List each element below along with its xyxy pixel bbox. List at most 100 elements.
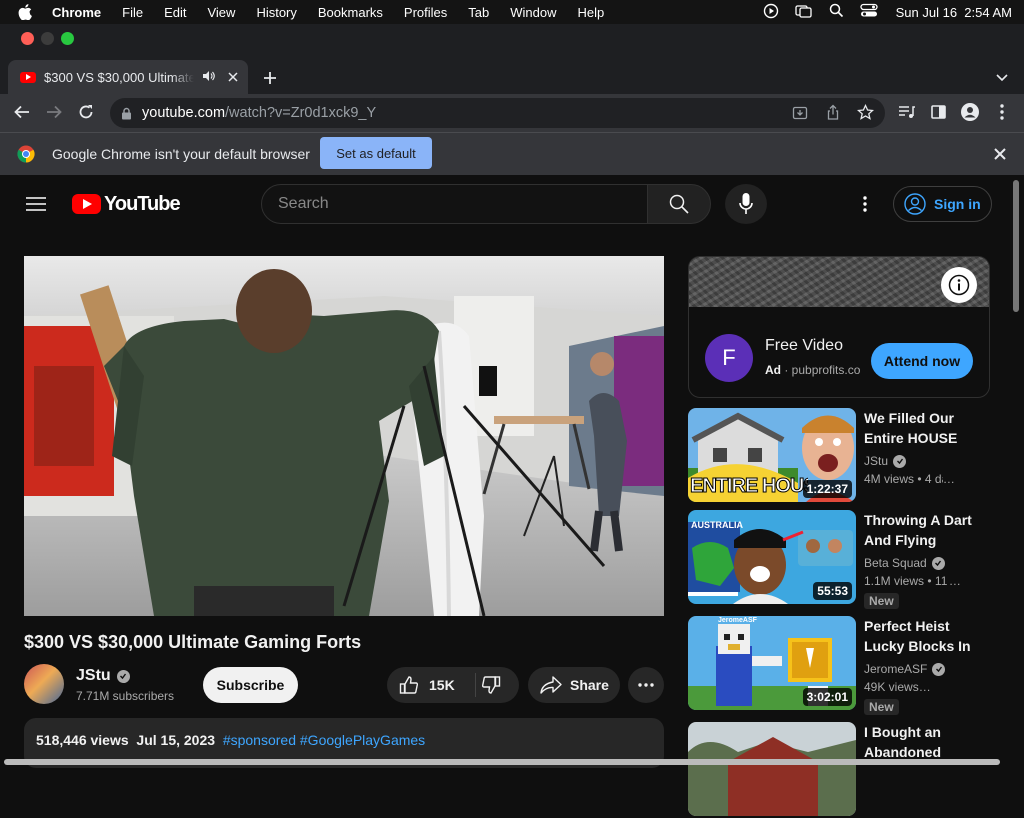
close-window-button[interactable] — [21, 32, 34, 45]
side-panel-icon[interactable] — [927, 100, 949, 124]
play-circle-icon[interactable] — [763, 3, 779, 22]
views-text: 4M views — [864, 472, 915, 486]
recommended-video[interactable]: I Bought an Abandoned Office — [688, 722, 998, 818]
address-bar[interactable]: youtube.com/watch?v=Zr0d1xck9_Y — [110, 98, 885, 128]
like-button[interactable]: 15K — [387, 675, 455, 695]
menu-bookmarks[interactable]: Bookmarks — [318, 5, 383, 20]
menu-help[interactable]: Help — [578, 5, 605, 20]
set-as-default-button[interactable]: Set as default — [320, 137, 432, 169]
video-thumbnail[interactable]: ENTIRE HOUSE 1:22:37 — [688, 408, 856, 502]
vertical-scrollbar[interactable] — [1013, 180, 1019, 312]
share-page-icon[interactable] — [825, 104, 841, 125]
tab-search-chevron-icon[interactable] — [990, 66, 1014, 90]
channel-avatar[interactable] — [24, 664, 64, 704]
install-app-icon[interactable] — [792, 105, 808, 125]
hashtag-googleplaygames[interactable]: #GooglePlayGames — [300, 732, 425, 748]
thumbnail-caption: JeromeASF — [718, 617, 757, 624]
video-meta: 1.1M views • 11 hours ago… — [864, 574, 961, 588]
video-title[interactable]: Perfect Heist Lucky Blocks In Minecraft — [864, 616, 976, 656]
youtube-favicon-icon — [20, 71, 36, 83]
forward-arrow-icon[interactable] — [42, 100, 66, 124]
dislike-button[interactable] — [481, 675, 501, 695]
menu-history[interactable]: History — [256, 5, 296, 20]
youtube-wordmark: YouTube — [104, 192, 181, 215]
close-tab-icon[interactable] — [228, 70, 238, 85]
view-count: 518,446 views — [36, 732, 129, 748]
verified-check-icon — [932, 662, 946, 676]
hashtag-sponsored[interactable]: #sponsored — [223, 732, 296, 748]
profile-icon[interactable] — [958, 100, 982, 124]
horizontal-scrollbar[interactable] — [4, 759, 1000, 765]
menu-tab[interactable]: Tab — [468, 5, 489, 20]
ad-title: Free Video — [765, 337, 843, 354]
video-title[interactable]: Throwing A Dart And Flying Wherever It L… — [864, 510, 976, 550]
youtube-logo[interactable]: YouTube — [72, 192, 181, 216]
sign-in-label: Sign in — [934, 196, 981, 212]
lock-icon[interactable] — [121, 107, 132, 120]
sign-in-button[interactable]: Sign in — [893, 186, 992, 222]
url-host: youtube.com — [142, 105, 226, 121]
video-title[interactable]: We Filled Our Entire HOUSE With Slime — [864, 408, 976, 448]
recommended-video[interactable]: JeromeASF 3:02:01 Perfect Heist Lucky Bl… — [688, 616, 998, 715]
reload-icon[interactable] — [74, 100, 98, 124]
search-input[interactable]: Search — [261, 184, 648, 224]
apple-icon[interactable] — [18, 4, 36, 20]
microphone-icon — [739, 193, 753, 215]
recommended-video[interactable]: ENTIRE HOUSE 1:22:37 We Filled Our Entir… — [688, 408, 998, 504]
url-path: /watch?v=Zr0d1xck9_Y — [225, 105, 377, 121]
settings-kebab-icon[interactable] — [855, 192, 875, 216]
menu-window[interactable]: Window — [510, 5, 556, 20]
chrome-logo-icon — [17, 145, 35, 163]
browser-tab-active[interactable]: $300 VS $30,000 Ultimate Gaming Forts — [8, 60, 248, 94]
menu-view[interactable]: View — [207, 5, 235, 20]
menu-file[interactable]: File — [122, 5, 143, 20]
sponsored-ad-card[interactable]: F Free Video Ad · pubprofits.com Attend … — [688, 256, 990, 398]
ad-info-button[interactable] — [941, 267, 977, 303]
media-controls-icon[interactable] — [895, 100, 917, 124]
recommended-video[interactable]: AUSTRALIA 55:53 Throwing A Dart And Flyi… — [688, 510, 998, 609]
thumbs-up-icon — [399, 675, 419, 695]
bookmark-star-icon[interactable] — [856, 103, 875, 125]
video-channel[interactable]: Beta Squad — [864, 556, 945, 570]
video-thumbnail[interactable] — [688, 722, 856, 816]
attend-now-button[interactable]: Attend now — [871, 343, 973, 379]
chrome-menu-kebab-icon[interactable] — [992, 100, 1012, 124]
macos-menu-bar: Chrome File Edit View History Bookmarks … — [0, 0, 1024, 24]
voice-search-button[interactable] — [725, 184, 767, 224]
views-text: 1.1M views — [864, 574, 925, 588]
thumbnail-caption: ENTIRE HOUSE — [690, 475, 808, 498]
screen-mirror-icon[interactable] — [794, 3, 813, 22]
views-text: 49K views — [864, 680, 919, 694]
info-icon — [948, 274, 970, 296]
share-button[interactable]: Share — [528, 667, 620, 703]
menu-profiles[interactable]: Profiles — [404, 5, 447, 20]
video-title[interactable]: I Bought an Abandoned Office — [864, 722, 976, 762]
video-thumbnail[interactable]: AUSTRALIA 55:53 — [688, 510, 856, 604]
verified-check-icon — [931, 556, 945, 570]
channel-name[interactable]: JStu — [76, 667, 130, 685]
hamburger-menu-icon[interactable] — [24, 192, 48, 216]
channel-text: JeromeASF — [864, 662, 928, 676]
menu-edit[interactable]: Edit — [164, 5, 186, 20]
video-thumbnail[interactable]: JeromeASF 3:02:01 — [688, 616, 856, 710]
close-infobar-icon[interactable] — [990, 144, 1010, 164]
window-titlebar — [0, 24, 1024, 54]
video-player[interactable] — [24, 256, 664, 616]
menu-chrome[interactable]: Chrome — [52, 5, 101, 20]
back-arrow-icon[interactable] — [10, 100, 34, 124]
video-channel[interactable]: JStu — [864, 454, 907, 468]
search-button[interactable] — [647, 184, 711, 224]
speaker-icon[interactable] — [202, 70, 216, 85]
more-actions-button[interactable] — [628, 667, 664, 703]
thumbs-down-icon — [481, 675, 501, 695]
verified-check-icon — [893, 454, 907, 468]
video-channel[interactable]: JeromeASF — [864, 662, 946, 676]
zoom-window-button[interactable] — [61, 32, 74, 45]
new-badge: New — [864, 593, 899, 609]
new-tab-icon[interactable] — [258, 66, 282, 90]
control-center-icon[interactable] — [859, 3, 878, 21]
menubar-clock[interactable]: Sun Jul 16 2:54 AM — [896, 5, 1012, 20]
minimize-window-button[interactable] — [41, 32, 54, 45]
subscribe-button[interactable]: Subscribe — [203, 667, 298, 703]
spotlight-search-icon[interactable] — [829, 3, 844, 21]
